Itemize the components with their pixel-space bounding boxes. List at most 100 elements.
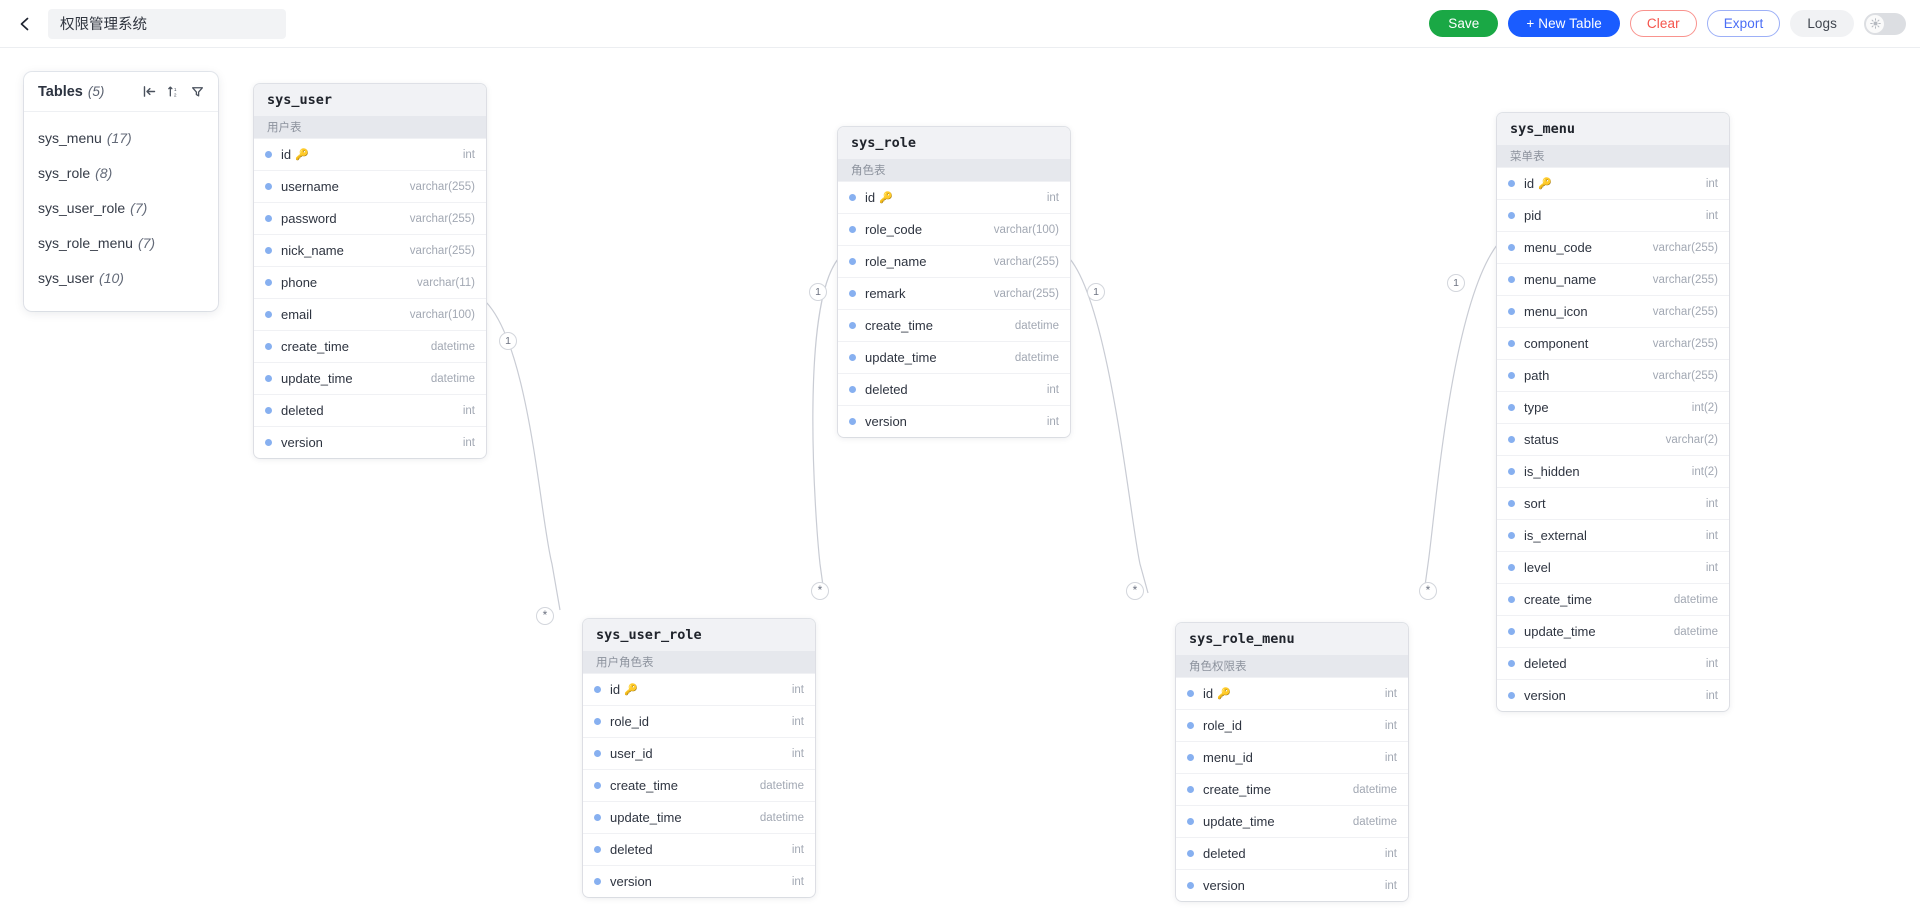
cardinality-badge-from[interactable]: 1 (499, 332, 517, 350)
field-row[interactable]: deleted int (254, 394, 486, 426)
field-row[interactable]: phone varchar(11) (254, 266, 486, 298)
back-button[interactable] (10, 9, 40, 39)
clear-button[interactable]: Clear (1629, 10, 1697, 37)
cardinality-badge-from[interactable]: 1 (1087, 283, 1105, 301)
tables-list-item-sys_menu[interactable]: sys_menu (17) (24, 122, 218, 153)
field-row[interactable]: update_time datetime (254, 362, 486, 394)
entity-card-sys_menu[interactable]: sys_menu 菜单表 id 🔑 int pid int menu_code varchar(… (1497, 113, 1729, 711)
field-row[interactable]: nick_name varchar(255) (254, 234, 486, 266)
field-row[interactable]: username varchar(255) (254, 170, 486, 202)
entity-card-title[interactable]: sys_user (254, 84, 486, 116)
field-row[interactable]: menu_icon varchar(255) (1497, 295, 1729, 327)
entity-card-sys_role_menu[interactable]: sys_role_menu 角色权限表 id 🔑 int role_id int menu_i… (1176, 623, 1408, 901)
new-table-button[interactable]: + New Table (1508, 10, 1620, 37)
sort-icon[interactable]: 1 2 (167, 85, 180, 98)
project-title-input[interactable] (48, 8, 286, 39)
field-row[interactable]: create_time datetime (583, 769, 815, 801)
cardinality-badge-from[interactable]: 1 (809, 283, 827, 301)
field-row[interactable]: create_time datetime (1176, 773, 1408, 805)
relationship-edge-sys_role-to-sys_role_menu[interactable] (1069, 258, 1149, 594)
cardinality-badge-to[interactable]: * (1419, 582, 1437, 600)
relationship-edge-sys_role-to-sys_user_role[interactable] (812, 258, 839, 594)
field-name: id (1203, 686, 1214, 701)
field-name: create_time (865, 318, 933, 333)
cardinality-badge-from[interactable]: 1 (1447, 274, 1465, 292)
field-row[interactable]: id 🔑 int (583, 673, 815, 705)
field-row[interactable]: level int (1497, 551, 1729, 583)
field-row[interactable]: role_name varchar(255) (838, 245, 1070, 277)
field-row[interactable]: version int (1176, 869, 1408, 901)
diagram-canvas[interactable]: Tables (5) 1 2 sys_menu (17) sys_role (8… (0, 48, 1920, 919)
field-row[interactable]: id 🔑 int (1497, 167, 1729, 199)
relationship-edge-sys_menu-to-sys_role_menu[interactable] (1423, 244, 1498, 594)
field-row[interactable]: status varchar(2) (1497, 423, 1729, 455)
entity-card-title[interactable]: sys_role_menu (1176, 623, 1408, 655)
relationship-edge-sys_user-to-sys_user_role[interactable] (485, 301, 561, 611)
field-row[interactable]: pid int (1497, 199, 1729, 231)
theme-toggle[interactable] (1864, 12, 1906, 35)
field-row[interactable]: update_time datetime (1176, 805, 1408, 837)
primary-key-icon: 🔑 (624, 684, 638, 696)
field-row[interactable]: type int(2) (1497, 391, 1729, 423)
field-row[interactable]: update_time datetime (1497, 615, 1729, 647)
field-row[interactable]: create_time datetime (1497, 583, 1729, 615)
tables-list-item-sys_user_role[interactable]: sys_user_role (7) (24, 192, 218, 223)
field-row[interactable]: version int (254, 426, 486, 458)
field-row[interactable]: version int (583, 865, 815, 897)
save-button[interactable]: Save (1429, 10, 1499, 37)
entity-card-sys_user_role[interactable]: sys_user_role 用户角色表 id 🔑 int role_id int user_i… (583, 619, 815, 897)
filter-icon[interactable] (191, 85, 204, 98)
field-row[interactable]: password varchar(255) (254, 202, 486, 234)
field-type: int (462, 148, 475, 161)
cardinality-badge-to[interactable]: * (1126, 582, 1144, 600)
field-row[interactable]: user_id int (583, 737, 815, 769)
field-name: remark (865, 286, 906, 301)
field-row[interactable]: role_id int (1176, 709, 1408, 741)
field-row[interactable]: is_external int (1497, 519, 1729, 551)
field-type: int (791, 683, 804, 696)
field-row[interactable]: menu_name varchar(255) (1497, 263, 1729, 295)
field-name: update_time (1203, 814, 1275, 829)
field-row[interactable]: is_hidden int(2) (1497, 455, 1729, 487)
collapse-left-icon[interactable] (143, 85, 156, 98)
field-row[interactable]: update_time datetime (838, 341, 1070, 373)
field-row[interactable]: id 🔑 int (1176, 677, 1408, 709)
entity-card-title[interactable]: sys_role (838, 127, 1070, 159)
entity-card-sys_role[interactable]: sys_role 角色表 id 🔑 int role_code varchar(100) ro… (838, 127, 1070, 437)
entity-card-title[interactable]: sys_user_role (583, 619, 815, 651)
field-row[interactable]: email varchar(100) (254, 298, 486, 330)
entity-card-title[interactable]: sys_menu (1497, 113, 1729, 145)
cardinality-badge-to[interactable]: * (811, 582, 829, 600)
field-row[interactable]: role_id int (583, 705, 815, 737)
field-row[interactable]: component varchar(255) (1497, 327, 1729, 359)
entity-card-sys_user[interactable]: sys_user 用户表 id 🔑 int username varchar(255) pas… (254, 84, 486, 458)
field-row[interactable]: update_time datetime (583, 801, 815, 833)
logs-button[interactable]: Logs (1790, 10, 1854, 37)
field-bullet-icon (1187, 722, 1194, 729)
field-row[interactable]: create_time datetime (254, 330, 486, 362)
field-row[interactable]: id 🔑 int (254, 138, 486, 170)
entity-card-comment: 角色表 (838, 159, 1070, 181)
tables-list-item-sys_role_menu[interactable]: sys_role_menu (7) (24, 227, 218, 258)
field-row[interactable]: deleted int (1176, 837, 1408, 869)
field-row[interactable]: deleted int (838, 373, 1070, 405)
field-row[interactable]: id 🔑 int (838, 181, 1070, 213)
field-row[interactable]: sort int (1497, 487, 1729, 519)
field-type: int(2) (1691, 465, 1718, 478)
field-row[interactable]: remark varchar(255) (838, 277, 1070, 309)
tables-list-item-sys_user[interactable]: sys_user (10) (24, 262, 218, 293)
field-row[interactable]: menu_code varchar(255) (1497, 231, 1729, 263)
export-button[interactable]: Export (1706, 10, 1781, 37)
field-row[interactable]: deleted int (583, 833, 815, 865)
field-row[interactable]: version int (1497, 679, 1729, 711)
tables-panel-title: Tables (38, 83, 83, 100)
field-row[interactable]: deleted int (1497, 647, 1729, 679)
field-row[interactable]: version int (838, 405, 1070, 437)
cardinality-badge-to[interactable]: * (536, 607, 554, 625)
field-row[interactable]: path varchar(255) (1497, 359, 1729, 391)
sun-icon (1869, 18, 1881, 29)
tables-list-item-sys_role[interactable]: sys_role (8) (24, 157, 218, 188)
field-row[interactable]: role_code varchar(100) (838, 213, 1070, 245)
field-row[interactable]: create_time datetime (838, 309, 1070, 341)
field-row[interactable]: menu_id int (1176, 741, 1408, 773)
